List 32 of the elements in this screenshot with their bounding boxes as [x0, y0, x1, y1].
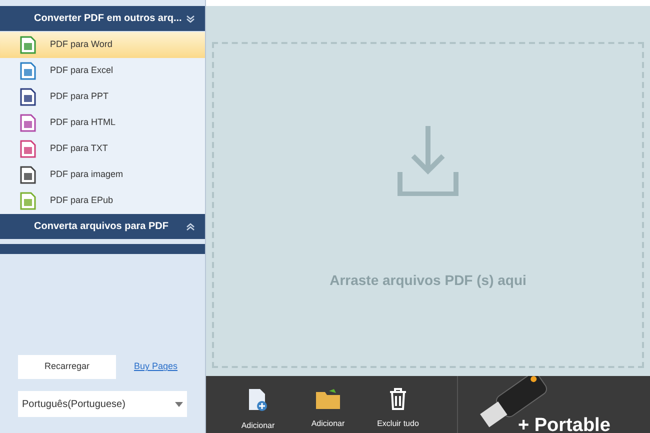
sidebar-item[interactable]: PDF para PPT — [0, 84, 205, 110]
dropdown-caret-icon — [175, 402, 183, 406]
sidebar-item[interactable]: PDF para TXT — [0, 136, 205, 162]
portable-promo-text: + Portable — [518, 414, 610, 433]
chevron-down-icon — [186, 14, 195, 22]
section-header[interactable] — [0, 244, 205, 254]
language-dropdown[interactable]: Português(Portuguese) — [18, 391, 187, 417]
buy-pages-link[interactable]: Buy Pages — [134, 360, 178, 374]
toolbar-button[interactable]: Adicionar — [234, 388, 282, 433]
file-icon — [20, 88, 36, 106]
sidebar-item[interactable]: PDF para EPub — [0, 188, 205, 214]
toolbar-button[interactable]: Excluir tudo — [374, 388, 422, 433]
file-icon — [20, 36, 36, 54]
sidebar-item[interactable]: PDF para Word — [0, 32, 205, 58]
sidebar-item[interactable]: PDF para imagem — [0, 162, 205, 188]
section-header[interactable]: Converter PDF em outros arq... — [0, 6, 205, 31]
file-icon — [20, 114, 36, 132]
file-icon — [20, 62, 36, 80]
toolbar-button[interactable]: Adicionar — [304, 388, 352, 433]
section-header[interactable]: Converta arquivos para PDF — [0, 214, 205, 239]
reload-button[interactable]: Recarregar — [18, 355, 116, 379]
folder-icon — [315, 388, 341, 410]
add-file-icon — [247, 388, 269, 412]
drop-zone-text: Arraste arquivos PDF (s) aqui — [330, 271, 526, 290]
download-icon — [397, 124, 459, 196]
chevron-up-icon — [186, 222, 195, 230]
file-icon — [20, 140, 36, 158]
trash-icon — [389, 388, 407, 410]
file-icon — [20, 166, 36, 184]
sidebar-item[interactable]: PDF para HTML — [0, 110, 205, 136]
file-icon — [20, 192, 36, 210]
sidebar-item[interactable]: PDF para Excel — [0, 58, 205, 84]
